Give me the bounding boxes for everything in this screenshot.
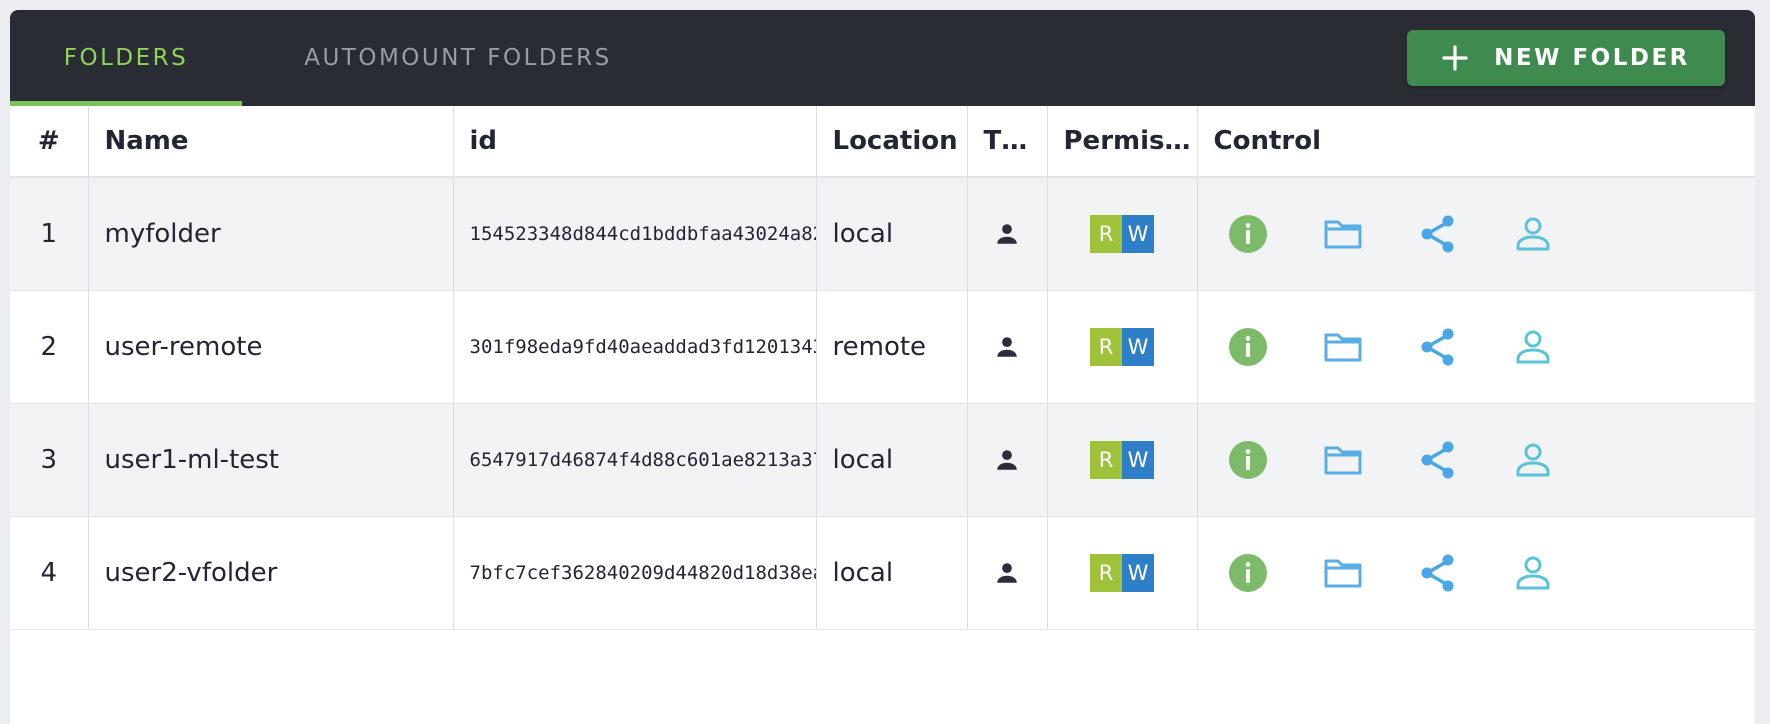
folder-controls <box>1197 403 1755 517</box>
new-folder-button[interactable]: NEW FOLDER <box>1407 30 1725 86</box>
folder-type <box>967 290 1048 404</box>
row-number: 4 <box>10 516 89 630</box>
folder-id: 6547917d46874f4d88c601ae8213a378 <box>453 403 817 517</box>
permission-badge: R W <box>1090 553 1154 592</box>
info-icon[interactable] <box>1228 440 1268 480</box>
folder-name: user2-vfolder <box>88 516 454 630</box>
table-row: 4 user2-vfolder 7bfc7cef362840209d44820d… <box>10 516 1755 630</box>
info-icon[interactable] <box>1228 553 1268 593</box>
permission-badge: R W <box>1090 214 1154 253</box>
folder-controls <box>1197 177 1755 291</box>
permission-read: R <box>1090 440 1122 479</box>
folder-name: user1-ml-test <box>88 403 454 517</box>
share-user-icon[interactable] <box>1513 327 1553 367</box>
share-user-icon[interactable] <box>1513 214 1553 254</box>
folder-icon[interactable] <box>1323 214 1363 254</box>
permission-read: R <box>1090 214 1122 253</box>
permission-read: R <box>1090 327 1122 366</box>
folder-id: 301f98eda9fd40aeaddad3fd1201343a <box>453 290 817 404</box>
permission-badge: R W <box>1090 327 1154 366</box>
row-number: 2 <box>10 290 89 404</box>
share-icon[interactable] <box>1418 214 1458 254</box>
user-icon <box>997 337 1017 357</box>
share-icon[interactable] <box>1418 553 1458 593</box>
tab-folders[interactable]: FOLDERS <box>10 10 242 106</box>
permission-write: W <box>1122 214 1154 253</box>
column-header-type[interactable]: T… <box>967 106 1048 178</box>
permission-write: W <box>1122 553 1154 592</box>
folder-name: user-remote <box>88 290 454 404</box>
column-header-control[interactable]: Control <box>1197 106 1755 178</box>
info-icon[interactable] <box>1228 327 1268 367</box>
plus-icon <box>1442 45 1468 71</box>
folder-permission: R W <box>1047 403 1198 517</box>
folder-name: myfolder <box>88 177 454 291</box>
user-icon <box>997 563 1017 583</box>
permission-write: W <box>1122 327 1154 366</box>
row-number: 3 <box>10 403 89 517</box>
column-header-number[interactable]: # <box>10 106 89 178</box>
table-row: 1 myfolder 154523348d844cd1bddbfaa43024a… <box>10 177 1755 291</box>
folder-controls <box>1197 516 1755 630</box>
permission-badge: R W <box>1090 440 1154 479</box>
share-user-icon[interactable] <box>1513 440 1553 480</box>
permission-read: R <box>1090 553 1122 592</box>
new-folder-label: NEW FOLDER <box>1494 45 1690 71</box>
folder-permission: R W <box>1047 177 1198 291</box>
folder-id: 7bfc7cef362840209d44820d18d38eac <box>453 516 817 630</box>
column-header-location[interactable]: Location <box>816 106 968 178</box>
folder-icon[interactable] <box>1323 440 1363 480</box>
column-header-id[interactable]: id <box>453 106 817 178</box>
tab-automount-folders[interactable]: AUTOMOUNT FOLDERS <box>278 10 638 106</box>
info-icon[interactable] <box>1228 214 1268 254</box>
folder-icon[interactable] <box>1323 553 1363 593</box>
folder-table: # Name id Location T… Permiss… Control 1… <box>10 106 1755 630</box>
folder-type <box>967 403 1048 517</box>
folder-type <box>967 177 1048 291</box>
folder-icon[interactable] <box>1323 327 1363 367</box>
column-header-permission[interactable]: Permiss… <box>1047 106 1198 178</box>
folder-location: local <box>816 403 968 517</box>
table-header-row: # Name id Location T… Permiss… Control <box>10 106 1755 178</box>
share-icon[interactable] <box>1418 440 1458 480</box>
folder-panel: FOLDERS AUTOMOUNT FOLDERS NEW FOLDER # N… <box>10 10 1755 724</box>
permission-write: W <box>1122 440 1154 479</box>
share-user-icon[interactable] <box>1513 553 1553 593</box>
folder-location: remote <box>816 290 968 404</box>
user-icon <box>997 224 1017 244</box>
folder-type <box>967 516 1048 630</box>
table-row: 3 user1-ml-test 6547917d46874f4d88c601ae… <box>10 403 1755 517</box>
folder-id: 154523348d844cd1bddbfaa43024a823 <box>453 177 817 291</box>
tab-bar: FOLDERS AUTOMOUNT FOLDERS NEW FOLDER <box>10 10 1755 106</box>
column-header-name[interactable]: Name <box>88 106 454 178</box>
share-icon[interactable] <box>1418 327 1458 367</box>
folder-permission: R W <box>1047 516 1198 630</box>
user-icon <box>997 450 1017 470</box>
table-row: 2 user-remote 301f98eda9fd40aeaddad3fd12… <box>10 290 1755 404</box>
row-number: 1 <box>10 177 89 291</box>
folder-location: local <box>816 516 968 630</box>
folder-permission: R W <box>1047 290 1198 404</box>
folder-location: local <box>816 177 968 291</box>
folder-controls <box>1197 290 1755 404</box>
